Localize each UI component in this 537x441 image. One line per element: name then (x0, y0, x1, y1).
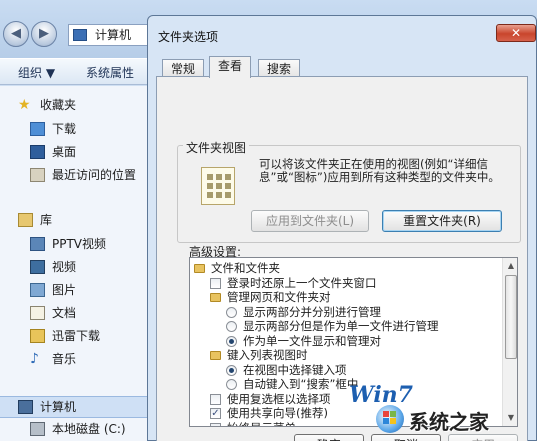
folder-options-dialog: 文件夹选项 ✕ 常规 查看 搜索 文件夹视图 可以将该文件夹正在使用的视图(例如… (147, 15, 537, 441)
system-properties-button[interactable]: 系统属性 (86, 64, 134, 81)
sidebar-item-pictures[interactable]: 图片 (30, 280, 76, 300)
radio-selected-icon[interactable] (226, 364, 237, 376)
sidebar-label: 下载 (52, 122, 77, 136)
recent-places-icon (30, 168, 45, 182)
folder-icon (30, 329, 45, 343)
folder-icon (210, 293, 221, 302)
tree-item-label: 管理网页和文件夹对 (227, 290, 331, 304)
computer-icon (18, 400, 33, 414)
watermark-win7-text: Win7 (349, 382, 413, 408)
downloads-icon (30, 122, 45, 136)
close-button[interactable]: ✕ (496, 24, 536, 42)
sidebar-label: 库 (40, 213, 53, 227)
music-icon: ♪ (30, 351, 39, 367)
tab-view[interactable]: 查看 (209, 56, 252, 78)
drive-icon (30, 422, 45, 436)
tree-item-label: 显示两部分但是作为单一文件进行管理 (243, 319, 439, 333)
sidebar-label: 文档 (52, 306, 77, 320)
radio-selected-icon[interactable] (226, 335, 237, 347)
sidebar-label: 最近访问的位置 (52, 168, 137, 182)
sidebar-item-favorites[interactable]: ★ 收藏夹 (18, 95, 76, 115)
video-icon (30, 260, 45, 274)
sidebar-item-local-disk[interactable]: 本地磁盘 (C:) (30, 419, 126, 439)
sidebar-item-pptv[interactable]: PPTV视频 (30, 234, 106, 254)
tree-item-label: 键入列表视图时 (227, 348, 308, 362)
tree-item-label: 在视图中选择键入项 (243, 362, 347, 377)
sidebar-label: 桌面 (52, 145, 77, 159)
windows-logo-icon (376, 405, 404, 433)
radio-icon[interactable] (226, 379, 237, 390)
site-watermark: Win7 系统之家 (331, 380, 537, 441)
tree-item-label: 使用共享向导(推荐) (227, 406, 328, 420)
star-icon: ★ (18, 97, 31, 113)
desktop-icon (30, 145, 45, 159)
dialog-title: 文件夹选项 (158, 30, 219, 44)
reset-folders-button[interactable]: 重置文件夹(R) (382, 210, 502, 232)
folder-view-description: 可以将该文件夹正在使用的视图(例如“详细信息”或“图标”)应用到所有这种类型的文… (259, 157, 500, 184)
sidebar-label: PPTV视频 (52, 237, 107, 251)
checkbox-checked-icon[interactable]: ✓ (210, 408, 221, 419)
sidebar-label: 计算机 (40, 400, 77, 414)
scroll-up-icon[interactable]: ▲ (503, 258, 517, 274)
tree-item-label: 登录时还原上一个文件夹窗口 (227, 275, 377, 290)
library-icon (18, 213, 33, 227)
tree-item-label: 显示两部分并分别进行管理 (243, 304, 381, 319)
sidebar-item-music[interactable]: ♪ 音乐 (30, 349, 76, 369)
sidebar-label: 图片 (52, 283, 77, 297)
folder-view-label: 文件夹视图 (183, 139, 250, 156)
sidebar-label: 本地磁盘 (C:) (52, 422, 126, 436)
sidebar-item-recent[interactable]: 最近访问的位置 (30, 165, 136, 185)
sidebar-label: 迅雷下载 (52, 329, 101, 343)
watermark-site-text: 系统之家 (409, 410, 489, 434)
checkbox-icon[interactable] (210, 393, 221, 405)
radio-icon[interactable] (226, 321, 237, 332)
sidebar-label: 音乐 (52, 352, 77, 366)
video-library-icon (30, 237, 45, 251)
back-button[interactable]: ◀ (3, 21, 29, 47)
folder-icon (210, 351, 221, 360)
computer-icon (73, 29, 87, 41)
tree-item-label: 始终显示菜单 (227, 421, 296, 427)
organize-menu[interactable]: 组织 ▼ (18, 64, 55, 81)
checkbox-icon[interactable] (210, 277, 221, 289)
folder-view-icon (201, 167, 235, 205)
sidebar-label: 视频 (52, 260, 77, 274)
sidebar-item-libraries[interactable]: 库 (18, 210, 52, 230)
checkbox-icon[interactable] (210, 422, 221, 426)
sidebar-item-documents[interactable]: 文档 (30, 303, 76, 323)
sidebar-item-desktop[interactable]: 桌面 (30, 142, 76, 162)
sidebar-label: 收藏夹 (40, 98, 77, 112)
tree-item-label: 作为单一文件显示和管理对 (243, 333, 381, 348)
scroll-thumb[interactable] (505, 275, 517, 359)
folder-icon (194, 264, 205, 273)
documents-icon (30, 306, 45, 320)
sidebar-item-downloads[interactable]: 下载 (30, 119, 76, 139)
close-icon: ✕ (510, 26, 522, 40)
pictures-icon (30, 283, 45, 297)
radio-icon[interactable] (226, 306, 237, 318)
sidebar-item-computer[interactable]: 计算机 (18, 397, 76, 417)
tree-item-label: 文件和文件夹 (211, 261, 280, 275)
sidebar-item-videos[interactable]: 视频 (30, 257, 76, 277)
address-text: 计算机 (95, 28, 132, 42)
navigation-pane: ★ 收藏夹 下载 桌面 最近访问的位置 库 PPTV视频 视频 图片 文档 迅雷… (0, 86, 148, 441)
forward-button[interactable]: ▶ (31, 21, 57, 47)
apply-to-folders-button[interactable]: 应用到文件夹(L) (251, 210, 369, 232)
address-bar[interactable]: 计算机 (68, 24, 154, 46)
sidebar-item-thunder[interactable]: 迅雷下载 (30, 326, 100, 346)
tree-item-label: 使用复选框以选择项 (227, 391, 331, 406)
